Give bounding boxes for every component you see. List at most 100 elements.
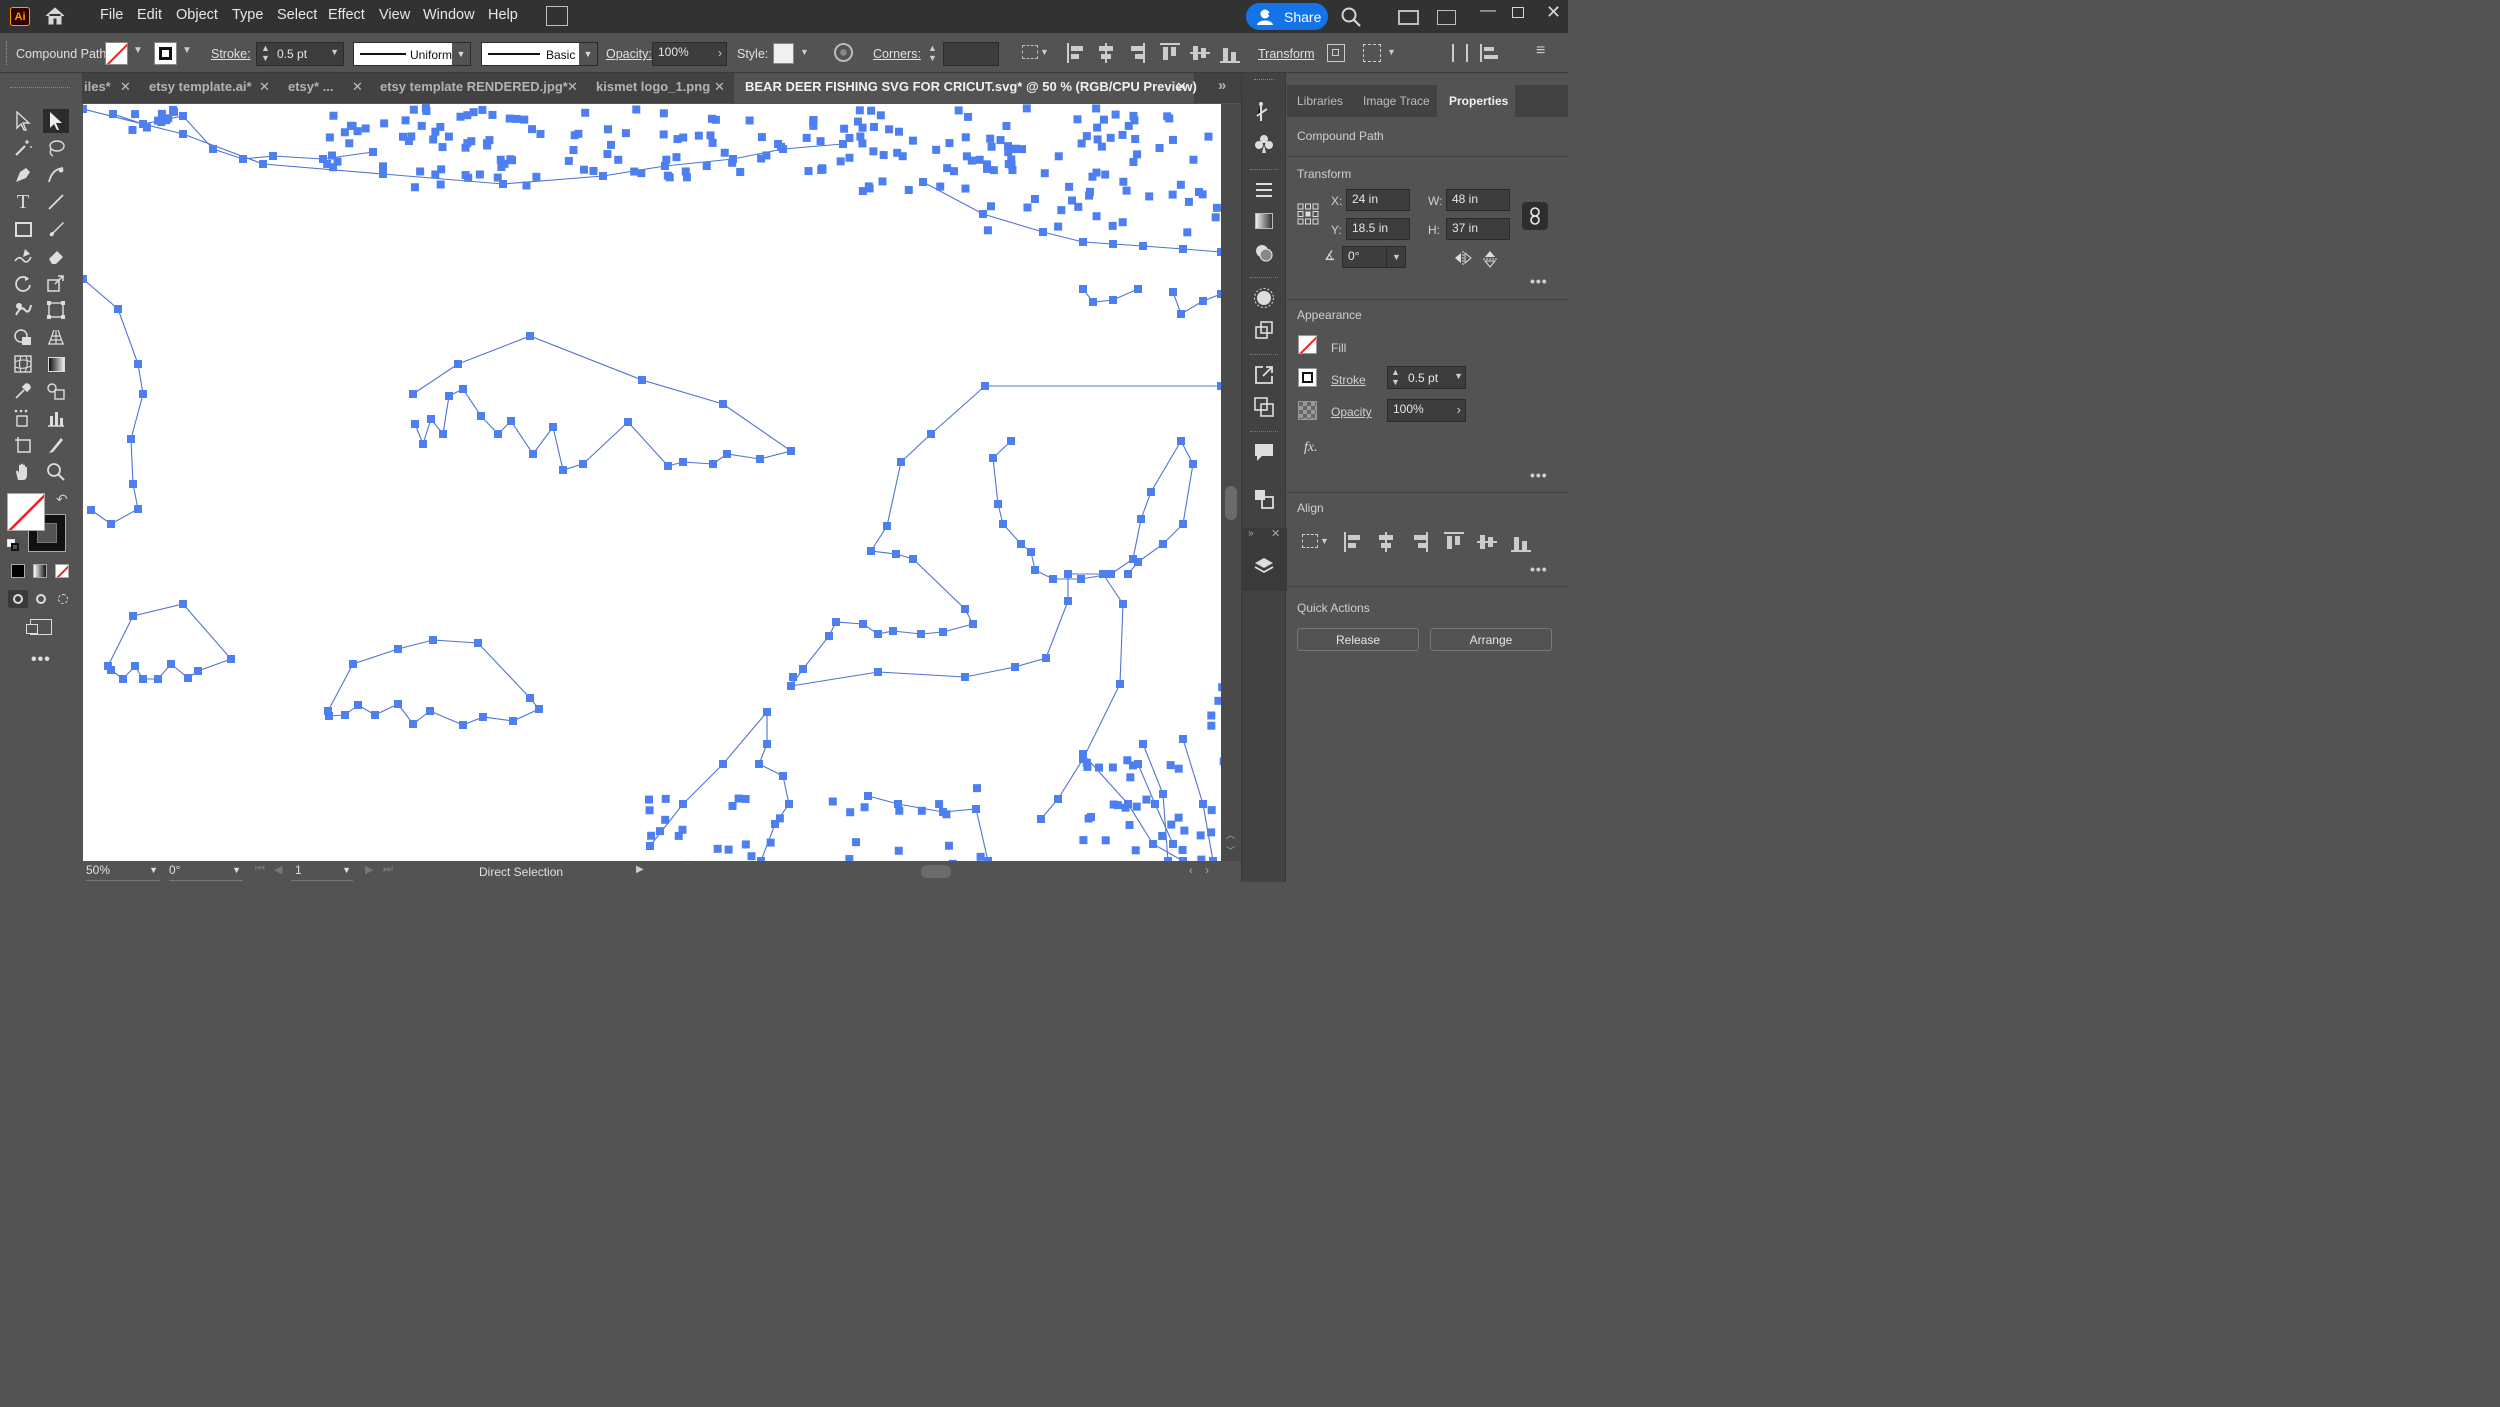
anchor-point[interactable] [661, 815, 670, 824]
anchor-point[interactable] [964, 112, 973, 121]
anchor-point[interactable] [411, 420, 419, 428]
fill-color-box[interactable] [7, 493, 45, 531]
anchor-point[interactable] [621, 129, 630, 138]
anchor-point[interactable] [421, 104, 430, 113]
anchor-point[interactable] [109, 110, 117, 118]
type-tool-icon[interactable]: T [10, 190, 36, 214]
anchor-point[interactable] [747, 852, 756, 861]
anchor-point[interactable] [802, 133, 811, 142]
scale-tool-icon[interactable] [43, 271, 69, 295]
anchor-point[interactable] [994, 500, 1002, 508]
close-tab-icon[interactable]: ✕ [352, 79, 363, 95]
pen-tool-icon[interactable] [10, 163, 36, 187]
anchor-point[interactable] [1077, 139, 1086, 148]
menu-window[interactable]: Window [423, 7, 475, 23]
anchor-point[interactable] [1199, 297, 1207, 305]
anchor-point[interactable] [1214, 696, 1221, 705]
anchor-point[interactable] [1189, 460, 1197, 468]
anchor-point[interactable] [972, 784, 981, 793]
anchor-point[interactable] [427, 415, 435, 423]
anchor-point[interactable] [589, 166, 598, 175]
selection-tool-icon[interactable] [10, 109, 36, 133]
anchor-point[interactable] [741, 794, 750, 803]
chevron-down-icon[interactable]: ▼ [342, 865, 351, 875]
stroke-weight-panel-field[interactable]: ▲ ▼ 0.5 pt ▼ [1387, 366, 1466, 389]
anchor-point[interactable] [1119, 177, 1128, 186]
scroll-thumb[interactable] [1225, 486, 1237, 520]
anchor-point[interactable] [1077, 575, 1085, 583]
opacity-field[interactable]: 100% › [652, 42, 727, 66]
anchor-point[interactable] [932, 145, 941, 154]
anchor-point[interactable] [673, 135, 682, 144]
opacity-label[interactable]: Opacity: [606, 47, 652, 61]
anchor-point[interactable] [976, 852, 985, 861]
anchor-point[interactable] [129, 480, 137, 488]
anchor-point[interactable] [1124, 570, 1132, 578]
panel-align-center-icon[interactable] [1377, 532, 1395, 552]
align-top-icon[interactable] [1160, 43, 1180, 63]
anchor-point[interactable] [83, 105, 87, 113]
anchor-point[interactable] [720, 148, 729, 157]
anchor-point[interactable] [325, 712, 333, 720]
variable-width-profile[interactable]: Uniform ▼ [353, 42, 471, 66]
anchor-point[interactable] [818, 164, 827, 173]
anchor-point[interactable] [1022, 104, 1031, 113]
menu-edit[interactable]: Edit [137, 7, 162, 23]
anchor-point[interactable] [1212, 203, 1221, 212]
anchor-point[interactable] [630, 167, 639, 176]
anchor-point[interactable] [1057, 206, 1066, 215]
w-field[interactable]: 48 in [1446, 189, 1510, 211]
stepper-icon[interactable]: ▲ ▼ [1391, 367, 1400, 387]
vector-path[interactable] [412, 335, 793, 471]
anchor-point[interactable] [379, 170, 387, 178]
anchor-point[interactable] [134, 360, 142, 368]
anchor-point[interactable] [1155, 143, 1164, 152]
layers-panel-icon[interactable] [1253, 555, 1275, 577]
anchor-point[interactable] [936, 182, 945, 191]
anchor-point[interactable] [162, 116, 171, 125]
panel-align-right-icon[interactable] [1410, 532, 1428, 552]
anchor-point[interactable] [860, 803, 869, 812]
stroke-swatch[interactable] [154, 42, 177, 65]
anchor-point[interactable] [581, 108, 590, 117]
draw-normal-icon[interactable] [8, 590, 28, 608]
anchor-point[interactable] [711, 115, 720, 124]
anchor-point[interactable] [787, 682, 795, 690]
anchor-point[interactable] [614, 155, 623, 164]
screen-mode-icon[interactable] [26, 619, 52, 635]
anchor-point[interactable] [87, 506, 95, 514]
anchor-point[interactable] [917, 806, 926, 815]
anchor-point[interactable] [239, 155, 247, 163]
panel-align-middle-icon[interactable] [1477, 532, 1497, 552]
shaper-tool-icon[interactable] [10, 244, 36, 268]
panel-layout-icon[interactable] [1437, 10, 1456, 25]
swap-fill-stroke-icon[interactable]: ↶ [56, 491, 68, 508]
anchor-point[interactable] [1184, 197, 1193, 206]
anchor-point[interactable] [1004, 159, 1013, 168]
close-tab-icon[interactable]: ✕ [1176, 79, 1187, 95]
vector-path[interactable] [1182, 738, 1214, 861]
anchor-point[interactable] [852, 838, 861, 847]
anchor-point[interactable] [559, 466, 567, 474]
transparency-panel-icon[interactable] [1253, 242, 1275, 264]
anchor-point[interactable] [1042, 654, 1050, 662]
anchor-point[interactable] [1054, 795, 1062, 803]
menu-view[interactable]: View [379, 7, 410, 23]
anchor-point[interactable] [1064, 597, 1072, 605]
anchor-point[interactable] [1093, 123, 1102, 132]
align-vertical-center-icon[interactable] [1190, 43, 1210, 63]
anchor-point[interactable] [846, 808, 855, 817]
comments-panel-icon[interactable] [1253, 441, 1275, 463]
line-segment-tool-icon[interactable] [43, 190, 69, 214]
anchor-point[interactable] [532, 172, 541, 181]
search-icon[interactable] [1340, 6, 1362, 33]
anchor-point[interactable] [1142, 795, 1151, 804]
vector-path[interactable] [790, 573, 1124, 820]
anchor-point[interactable] [679, 458, 687, 466]
anchor-point[interactable] [1092, 104, 1101, 113]
anchor-point[interactable] [401, 116, 410, 125]
lasso-tool-icon[interactable] [43, 136, 69, 160]
anchor-point[interactable] [694, 131, 703, 140]
anchor-point[interactable] [436, 180, 445, 189]
anchor-point[interactable] [867, 547, 875, 555]
